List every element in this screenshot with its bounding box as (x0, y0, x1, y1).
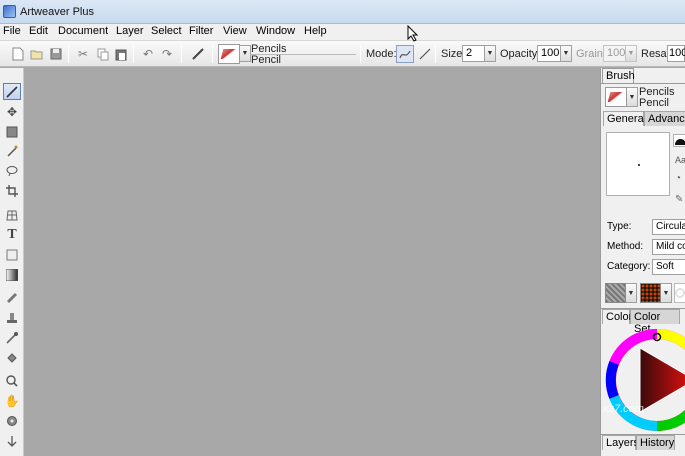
mode-freehand-icon[interactable] (396, 45, 414, 63)
type-label: Type: (607, 221, 632, 232)
toolbar: ✂ ↶ ↷ ▼ Pencils Pencil Mode: Size: 2 ▼ O… (0, 40, 685, 67)
hand-icon[interactable]: ✋ (3, 392, 21, 409)
menu-select[interactable]: Select (151, 25, 182, 37)
pencil-brush-tool-icon[interactable] (3, 83, 21, 100)
tab-advanced[interactable]: Advance (644, 111, 685, 126)
brush-pressure-icon[interactable]: ◔ (675, 173, 681, 184)
paint-bucket-icon[interactable] (3, 349, 21, 366)
menu-bar: File Edit Document Layer Select Filter V… (0, 24, 685, 40)
brush-shape-button[interactable] (673, 134, 685, 147)
panel-divider (601, 83, 685, 84)
tab-history[interactable]: History (636, 435, 675, 450)
rotate-view-icon[interactable] (3, 412, 21, 429)
brush-stroke-preview (606, 132, 670, 196)
tab-color-set[interactable]: Color Set (630, 309, 680, 335)
grain-label: Grain: (576, 48, 606, 60)
size-dropdown[interactable]: ▼ (485, 45, 496, 62)
gradient-icon[interactable] (3, 266, 21, 283)
window-title: Artweaver Plus (20, 6, 94, 18)
grain-pattern-swatch[interactable] (640, 283, 661, 303)
app-icon (3, 5, 16, 18)
brush-tip-icon[interactable]: ✎ (675, 194, 683, 205)
new-document-icon[interactable] (10, 46, 26, 62)
category-label: Category: (607, 261, 651, 272)
color-wheel[interactable] (605, 328, 685, 432)
paper-texture-dropdown[interactable]: ▼ (626, 283, 637, 303)
brush-panel-preset-dropdown[interactable]: ▼ (627, 87, 638, 107)
tab-color[interactable]: Color (602, 309, 632, 324)
opacity-label: Opacity: (500, 48, 541, 60)
save-icon[interactable] (48, 46, 64, 62)
tab-layers[interactable]: Layers (602, 435, 639, 450)
magic-wand-icon[interactable] (3, 142, 21, 159)
open-folder-icon[interactable] (29, 46, 45, 62)
menu-document[interactable]: Document (58, 25, 108, 37)
tab-general[interactable]: General (603, 111, 646, 126)
eyedropper-icon[interactable] (3, 329, 21, 346)
opacity-dropdown[interactable]: ▼ (561, 45, 572, 62)
opacity-input[interactable]: 100 (537, 45, 561, 62)
move-tool-icon[interactable]: ✥ (3, 103, 21, 120)
brush-preset-dropdown[interactable]: ▼ (240, 45, 251, 62)
brush-angle-icon[interactable]: Aa (675, 155, 685, 165)
menu-filter[interactable]: Filter (189, 25, 213, 37)
copy-icon[interactable] (95, 46, 111, 62)
type-select[interactable]: Circular (652, 219, 685, 235)
menu-edit[interactable]: Edit (29, 25, 48, 37)
toolbar-separator (181, 45, 182, 63)
method-select[interactable]: Mild co (652, 239, 685, 255)
title-bar: Artweaver Plus (0, 0, 685, 24)
brush-name-divider (251, 54, 356, 55)
mode-label: Mode: (366, 48, 397, 60)
toolbar-separator (212, 45, 213, 63)
zoom-icon[interactable] (3, 372, 21, 389)
brush-panel-name: Pencil (639, 97, 669, 109)
paper-texture-swatch[interactable] (605, 283, 626, 303)
menu-file[interactable]: File (3, 25, 21, 37)
rectangle-select-icon[interactable] (3, 123, 21, 140)
menu-view[interactable]: View (223, 25, 247, 37)
brush-preset-thumbnail[interactable] (218, 44, 240, 64)
brush-name-label: Pencil (251, 54, 281, 66)
mode-line-icon[interactable] (417, 46, 433, 62)
lasso-icon[interactable] (3, 162, 21, 179)
brush-panel-preset-thumbnail[interactable] (605, 87, 627, 107)
resat-input[interactable]: 100 (667, 45, 685, 62)
size-input[interactable]: 2 (462, 45, 485, 62)
method-label: Method: (607, 241, 644, 252)
menu-layer[interactable]: Layer (116, 25, 144, 37)
right-panels: Brush ▼ Pencils Pencil General Advance A… (600, 68, 685, 456)
cut-icon[interactable]: ✂ (75, 46, 91, 62)
menu-help[interactable]: Help (304, 25, 327, 37)
pencil-tool-icon[interactable] (190, 46, 206, 62)
toolbar-separator (435, 45, 436, 63)
brush-panel-tab[interactable]: Brush (602, 68, 635, 83)
shape-tool-icon[interactable] (3, 246, 21, 263)
toolbar-separator (68, 45, 69, 63)
text-tool-icon[interactable]: T (3, 226, 21, 243)
undo-icon[interactable]: ↶ (140, 46, 156, 62)
tools-panel: ✥ T ✋ (0, 68, 24, 456)
toolbar-separator (360, 45, 361, 63)
expand-tools-icon[interactable] (3, 432, 21, 449)
eraser-icon[interactable] (3, 289, 21, 306)
canvas-workspace[interactable] (25, 68, 600, 456)
texture-preview-swatch[interactable] (674, 283, 685, 303)
grain-input[interactable]: 100 (603, 45, 626, 62)
grain-pattern-dropdown[interactable]: ▼ (661, 283, 672, 303)
watermark: xz7.com (603, 403, 644, 415)
toolbar-separator (133, 45, 134, 63)
crop-icon[interactable] (3, 182, 21, 199)
menu-window[interactable]: Window (256, 25, 295, 37)
redo-icon[interactable]: ↷ (159, 46, 175, 62)
mouse-cursor-icon (407, 25, 419, 42)
stamp-icon[interactable] (3, 309, 21, 326)
category-select[interactable]: Soft (652, 259, 685, 275)
paste-icon[interactable] (113, 46, 129, 62)
grain-dropdown[interactable]: ▼ (626, 45, 637, 62)
perspective-grid-icon[interactable] (3, 206, 21, 223)
